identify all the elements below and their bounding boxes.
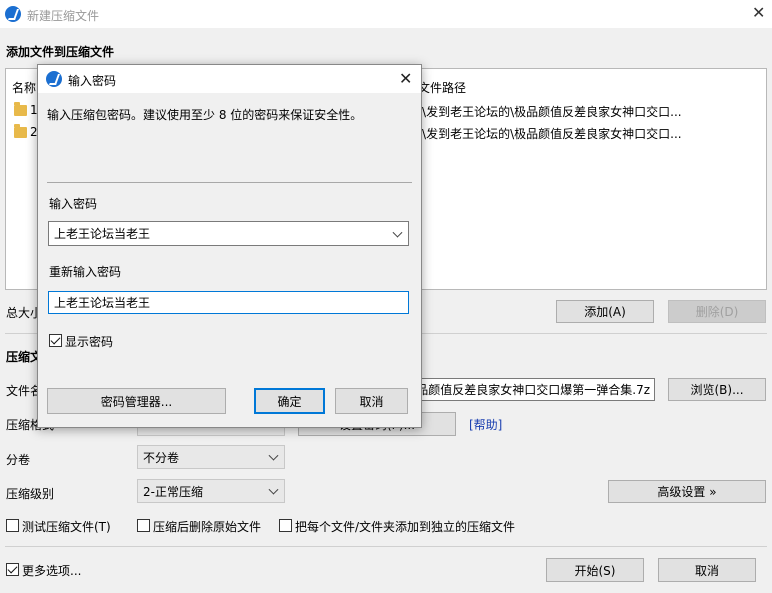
confirm-password-label: 重新输入密码 — [49, 265, 122, 279]
list-item-path: :\发到老王论坛的\极品颜值反差良家女神口交口... — [418, 127, 682, 141]
window-title: 新建压缩文件 — [27, 9, 100, 23]
show-password-label: 显示密码 — [65, 335, 114, 349]
app-logo-icon — [5, 6, 21, 22]
file-name-value: 品颜值反差良家女神口交口爆第一弹合集.7z — [416, 383, 650, 397]
delete-button[interactable]: 删除(D) — [668, 300, 766, 323]
password-dialog: 输入密码 ✕ 输入压缩包密码。建议使用至少 8 位的密码来保证安全性。 输入密码… — [37, 64, 422, 428]
divider — [5, 546, 767, 547]
add-button[interactable]: 添加(A) — [556, 300, 654, 323]
level-select[interactable]: 2-正常压缩 — [137, 479, 285, 503]
folder-icon — [14, 102, 27, 116]
level-value: 2-正常压缩 — [143, 484, 203, 499]
test-archive-label: 测试压缩文件(T) — [22, 520, 111, 534]
ok-button[interactable]: 确定 — [254, 388, 325, 414]
close-icon[interactable]: ✕ — [399, 71, 412, 87]
window-title-bar: 新建压缩文件 ✕ — [0, 0, 772, 28]
delete-after-checkbox[interactable] — [137, 519, 150, 532]
help-link[interactable]: [帮助] — [469, 416, 502, 433]
password-manager-button[interactable]: 密码管理器... — [47, 388, 226, 414]
dialog-title-bar: 输入密码 ✕ — [38, 65, 421, 93]
volume-label: 分卷 — [6, 453, 31, 467]
advanced-settings-button[interactable]: 高级设置 » — [608, 480, 766, 503]
column-header-name[interactable]: 名称 — [12, 79, 36, 96]
password-label: 输入密码 — [49, 197, 98, 211]
dialog-cancel-button[interactable]: 取消 — [335, 388, 408, 414]
test-archive-checkbox[interactable] — [6, 519, 19, 532]
separate-archives-label: 把每个文件/文件夹添加到独立的压缩文件 — [295, 520, 516, 534]
chevron-down-icon — [392, 227, 403, 238]
chevron-down-icon — [268, 484, 279, 495]
show-password-checkbox[interactable] — [49, 334, 62, 347]
start-button[interactable]: 开始(S) — [546, 558, 644, 582]
volume-value: 不分卷 — [143, 450, 180, 465]
level-label: 压缩级别 — [6, 487, 55, 501]
volume-select[interactable]: 不分卷 — [137, 445, 285, 469]
more-options-checkbox[interactable] — [6, 563, 19, 576]
section-add-title: 添加文件到压缩文件 — [6, 45, 115, 59]
app-logo-icon — [46, 71, 62, 87]
list-item-path: :\发到老王论坛的\极品颜值反差良家女神口交口... — [418, 105, 682, 119]
column-header-path[interactable]: 文件路径 — [418, 79, 466, 96]
browse-button[interactable]: 浏览(B)... — [668, 378, 766, 401]
more-options-label: 更多选项... — [22, 564, 82, 578]
chevron-down-icon — [268, 450, 279, 461]
cancel-button[interactable]: 取消 — [658, 558, 756, 582]
close-icon[interactable]: ✕ — [752, 5, 765, 21]
folder-icon — [14, 124, 27, 138]
separate-archives-checkbox[interactable] — [279, 519, 292, 532]
password-value: 上老王论坛当老王 — [54, 227, 151, 241]
password-input[interactable]: 上老王论坛当老王 — [48, 221, 409, 246]
delete-after-label: 压缩后删除原始文件 — [153, 520, 262, 534]
dialog-title: 输入密码 — [68, 74, 117, 88]
dialog-description: 输入压缩包密码。建议使用至少 8 位的密码来保证安全性。 — [47, 108, 363, 122]
confirm-password-input[interactable]: 上老王论坛当老王 — [48, 291, 409, 314]
divider — [47, 182, 412, 183]
confirm-password-value: 上老王论坛当老王 — [54, 296, 151, 310]
